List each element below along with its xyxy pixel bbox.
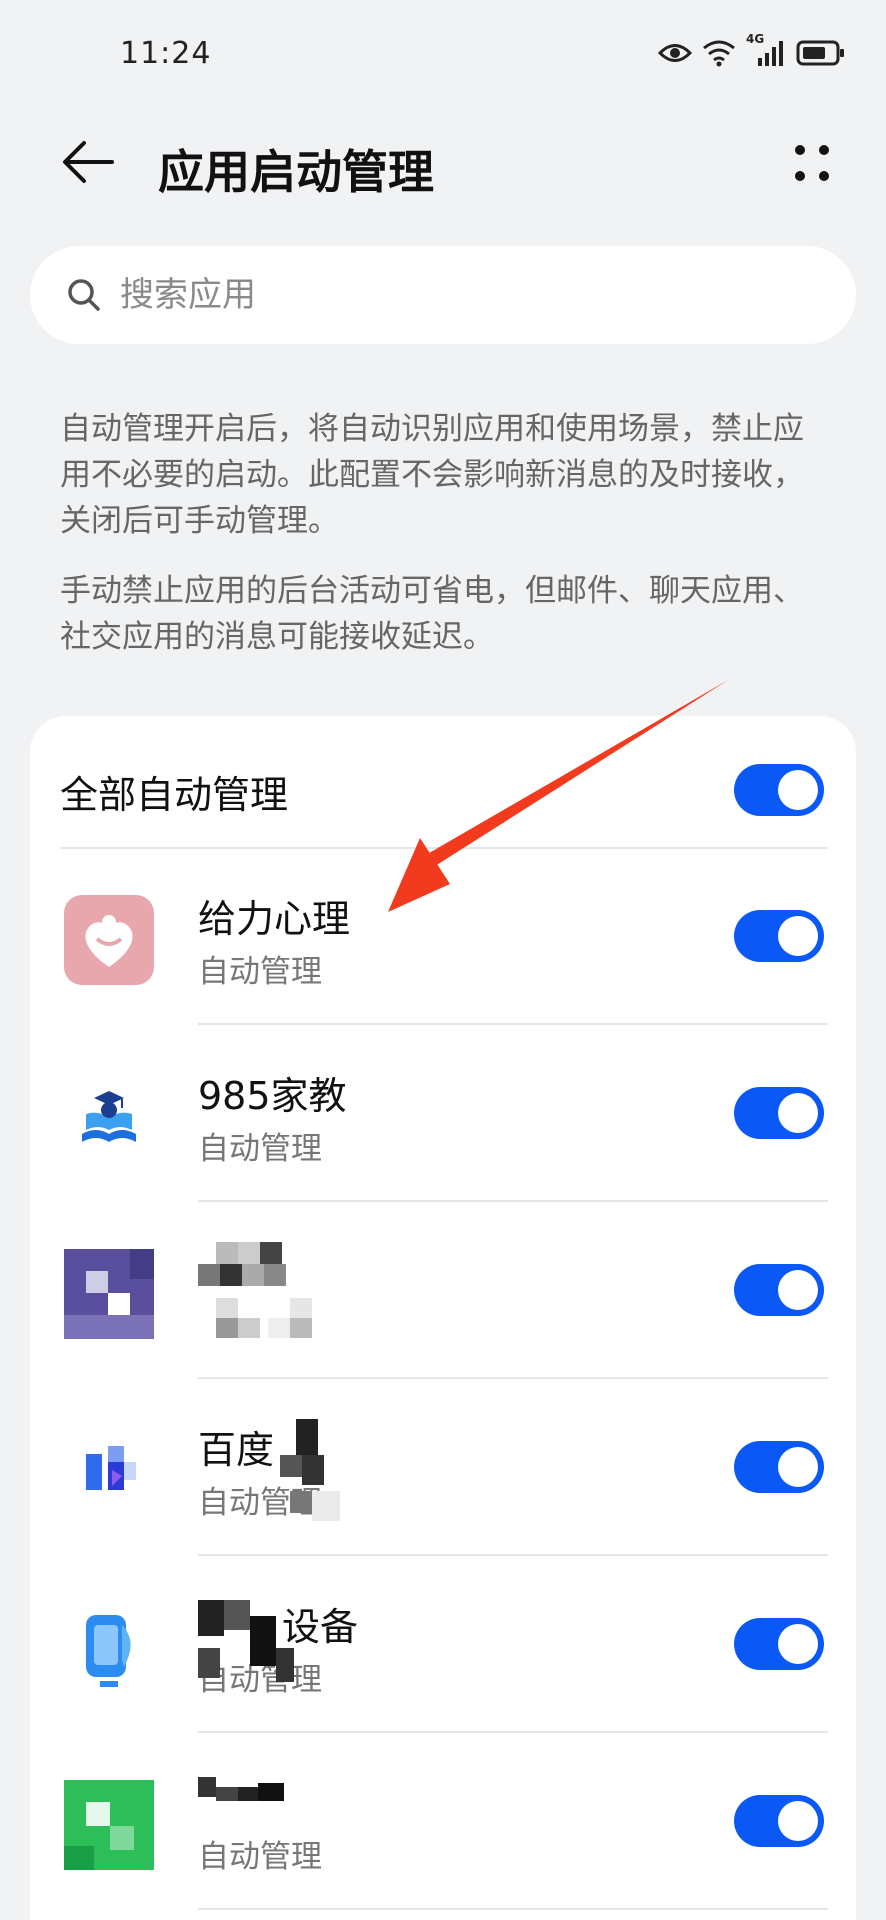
app-toggle[interactable] [734, 1795, 824, 1847]
all-auto-manage-row[interactable]: 全部自动管理 [30, 716, 856, 848]
more-dots-icon [795, 145, 829, 181]
app-name: 985家教 [198, 1074, 347, 1118]
description-auto-manage: 自动管理开启后，将自动识别应用和使用场景，禁止应用不必要的启动。此配置不会影响新… [60, 411, 804, 539]
all-auto-manage-toggle[interactable] [734, 764, 824, 816]
pixelated-text [280, 1419, 340, 1521]
status-time: 11:24 [120, 36, 212, 71]
phone-device-icon [86, 1615, 131, 1687]
search-icon [68, 279, 100, 311]
app-toggle[interactable] [734, 1264, 824, 1316]
back-button[interactable] [56, 132, 120, 192]
app-status: 自动管理 [198, 1131, 322, 1167]
green-app-icon [64, 1780, 154, 1870]
app-name: 给力心理 [198, 897, 351, 941]
app-name: 百度 [198, 1428, 275, 1472]
search-input[interactable] [120, 275, 820, 315]
heart-icon [85, 915, 133, 967]
status-bar: 11:24 4G [0, 0, 886, 110]
app-row-green[interactable]: 自动管理 [30, 1733, 856, 1910]
app-icon [64, 1780, 154, 1870]
wifi-icon [703, 40, 735, 67]
app-toggle[interactable] [734, 1087, 824, 1139]
page-title: 应用启动管理 [158, 145, 434, 199]
baidu-icon [86, 1446, 136, 1490]
app-row-985[interactable]: 985家教 自动管理 [30, 1025, 856, 1202]
app-icon [64, 1603, 154, 1693]
app-row-geili[interactable]: 给力心理 自动管理 [30, 848, 856, 1025]
app-toggle[interactable] [734, 910, 824, 962]
app-row-baidu[interactable]: 百度 自动管理 [30, 1379, 856, 1556]
cellular-icon: 4G [746, 32, 786, 68]
pixelated-text [198, 1242, 312, 1338]
app-row-pixelated[interactable] [30, 1202, 856, 1379]
arrow-left-icon [63, 141, 114, 183]
description-manual-manage: 手动禁止应用的后台活动可省电，但邮件、聊天应用、社交应用的消息可能接收延迟。 [60, 573, 804, 655]
all-auto-manage-label: 全部自动管理 [60, 773, 289, 817]
status-icons: 4G [658, 32, 846, 68]
pixelated-icon [64, 1249, 154, 1339]
eye-icon [658, 44, 692, 62]
app-row-device[interactable]: 设备 自动管理 [30, 1556, 856, 1733]
app-icon [64, 1072, 154, 1162]
app-list-card: 全部自动管理 给力心理 自动管理 985家教 自动管理 百度 自动管理 设备 自… [30, 716, 856, 1920]
app-status: 自动管理 [198, 1839, 322, 1875]
graduation-book-icon [82, 1091, 136, 1142]
app-icon [64, 1249, 154, 1339]
app-icon [64, 895, 154, 985]
app-status: 自动管理 [198, 954, 322, 990]
search-bar[interactable] [30, 246, 856, 344]
app-icon [64, 1426, 154, 1516]
pixelated-text [198, 1777, 284, 1801]
more-options-button[interactable] [782, 132, 842, 192]
battery-icon [796, 40, 844, 66]
divider [198, 1908, 828, 1910]
app-toggle[interactable] [734, 1441, 824, 1493]
app-toggle[interactable] [734, 1618, 824, 1670]
pixelated-text [198, 1600, 294, 1682]
app-bar: 应用启动管理 [0, 110, 886, 210]
